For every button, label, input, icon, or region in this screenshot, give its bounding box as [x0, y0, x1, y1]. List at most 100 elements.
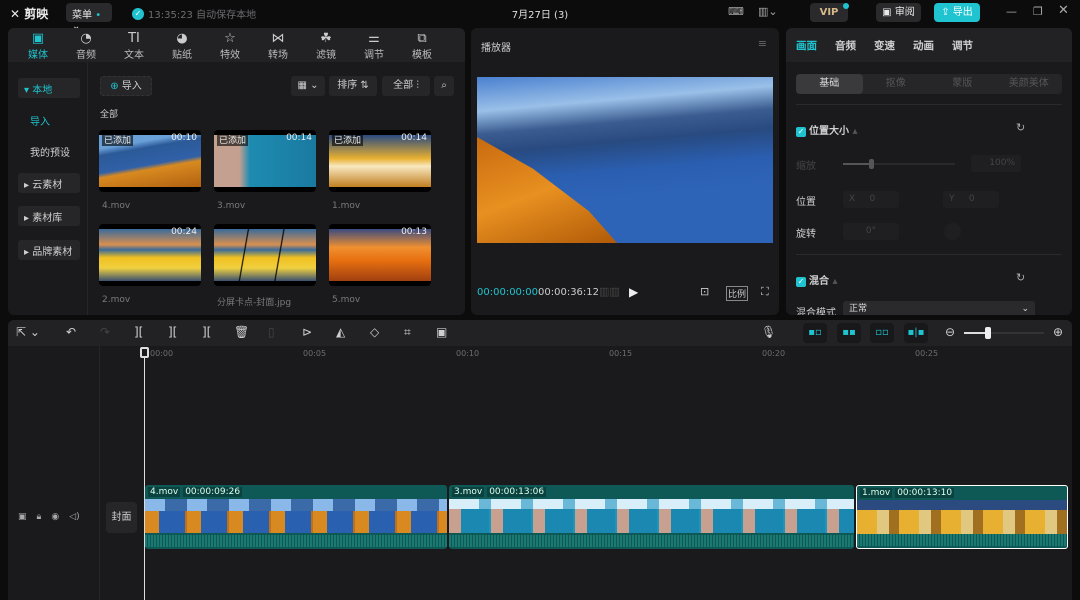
reset-icon[interactable]: ↻ — [1016, 271, 1025, 284]
subtab-keying[interactable]: 抠像 — [863, 74, 930, 94]
auto-snap-button[interactable]: ▪▪ — [837, 323, 861, 343]
search-button[interactable]: ⌕ — [434, 76, 454, 96]
tab-sticker[interactable]: ◕ 贴纸 — [158, 28, 206, 62]
freeze-icon[interactable]: ▯ — [268, 325, 275, 339]
undo-icon[interactable]: ↶ — [66, 325, 76, 339]
review-button[interactable]: ▣ 审阅 — [876, 3, 921, 22]
crop-icon[interactable]: ⌗ — [404, 325, 411, 340]
tab-transition[interactable]: ⋈ 转场 — [254, 28, 302, 62]
split-icon[interactable]: ][ — [134, 325, 143, 339]
subtab-mask[interactable]: 蒙版 — [929, 74, 996, 94]
media-name: 分屏卡点-封面.jpg — [217, 298, 292, 308]
close-icon[interactable]: ✕ — [1058, 3, 1069, 18]
redo-icon[interactable]: ↷ — [100, 325, 110, 339]
main-track-magnet-button[interactable]: ▪▫ — [803, 323, 827, 343]
template-icon: ⧉ — [417, 31, 427, 46]
media-thumb[interactable]: 已添加 00:10 — [99, 130, 201, 192]
playhead-handle[interactable] — [140, 347, 149, 358]
microphone-icon[interactable]: 🎙 — [761, 325, 776, 339]
zoom-handle[interactable] — [985, 327, 991, 339]
blend-section[interactable]: ✓ 混合 ▴ — [796, 272, 838, 287]
lock-icon[interactable]: 🔒︎ — [37, 512, 42, 522]
split-left-icon[interactable]: ][ — [168, 325, 177, 339]
layout-icon[interactable]: ▥⌄ — [758, 5, 778, 18]
ratio-button[interactable]: 比例 — [726, 286, 749, 301]
cover-button[interactable]: 封面 — [106, 502, 137, 533]
x-input[interactable]: X 0 — [843, 191, 899, 208]
tab-filter[interactable]: ☘ 滤镜 — [302, 28, 350, 62]
sidebar-item-presets[interactable]: 我的预设 — [18, 141, 80, 161]
waveform-icon[interactable]: ▥▥ — [599, 285, 620, 298]
player-menu-icon[interactable]: ≡ — [758, 37, 767, 50]
scale-input[interactable]: 100% — [971, 155, 1021, 172]
split-right-icon[interactable]: ][ — [202, 325, 211, 339]
ruler-label: 00:20 — [762, 349, 786, 358]
eye-icon[interactable]: ◉ — [51, 512, 59, 522]
tab-template[interactable]: ⧉ 模板 — [398, 28, 446, 62]
playhead[interactable] — [140, 347, 149, 600]
zoom-in-icon[interactable]: ⊕ — [1053, 325, 1063, 339]
timeline-zoom-slider[interactable] — [964, 327, 1044, 339]
sidebar-item-cloud[interactable]: ▸ 云素材 — [18, 173, 80, 193]
checkbox-icon[interactable]: ✓ — [796, 127, 806, 137]
fullscreen-icon[interactable]: ⛶ — [761, 285, 769, 299]
rotate-icon[interactable]: ◇ — [370, 325, 379, 339]
import-button[interactable]: ⊕ 导入 — [100, 76, 152, 96]
timeline-clip[interactable]: 3.mov 00:00:13:06 — [449, 485, 854, 549]
media-thumb[interactable]: 00:13 — [329, 224, 431, 286]
tab-adjust[interactable]: 调节 — [952, 38, 973, 52]
sidebar-item-brand[interactable]: ▸ 品牌素材 — [18, 240, 80, 260]
subtab-basic[interactable]: 基础 — [796, 74, 863, 94]
reverse-icon[interactable]: ⊳ — [302, 325, 312, 339]
tab-audio[interactable]: ◔ 音频 — [62, 28, 110, 62]
tab-media[interactable]: ▣ 媒体 — [14, 28, 62, 62]
view-mode-button[interactable]: ▦ ⌄ — [291, 76, 325, 96]
tab-audio[interactable]: 音频 — [835, 38, 856, 52]
tab-picture[interactable]: 画面 — [796, 38, 817, 52]
timeline-clip[interactable]: 4.mov 00:00:09:26 — [145, 485, 447, 549]
video-preview[interactable] — [477, 77, 773, 243]
cover-toggle-icon[interactable]: ▣ — [18, 512, 27, 522]
media-thumb[interactable] — [214, 224, 316, 286]
y-input[interactable]: Y 0 — [943, 191, 999, 208]
tab-effects[interactable]: ☆ 特效 — [206, 28, 254, 62]
tab-text[interactable]: TI 文本 — [110, 28, 158, 62]
checkbox-icon[interactable]: ✓ — [796, 277, 806, 287]
export-button[interactable]: ⇪ 导出 — [934, 3, 980, 22]
preview-axis-button[interactable]: ▪|▪ — [904, 323, 928, 343]
select-tool-icon[interactable]: ⇱ ⌄ — [16, 325, 40, 339]
filter-button[interactable]: 全部 ⫶ — [382, 76, 430, 96]
sidebar-item-library[interactable]: ▸ 素材库 — [18, 206, 80, 226]
sidebar-item-import[interactable]: 导入 — [18, 110, 80, 130]
zoom-out-icon[interactable]: ⊖ — [945, 325, 955, 339]
delete-icon[interactable]: 🗑 — [234, 325, 249, 339]
time-ruler[interactable]: 00:00 00:05 00:10 00:15 00:20 00:25 — [100, 346, 1072, 362]
media-panel: ▣ 媒体 ◔ 音频 TI 文本 ◕ 贴纸 ☆ 特效 ⋈ 转场 ☘ 滤镜 ⚌ 调节 ⧉ 模板 ▾ 本… — [8, 28, 465, 315]
sidebar-item-local[interactable]: ▾ 本地 — [18, 78, 80, 98]
play-button[interactable]: ▶ — [629, 285, 638, 299]
fit-icon[interactable]: ⊡ — [700, 285, 709, 298]
tab-animation[interactable]: 动画 — [913, 38, 934, 52]
keyboard-icon[interactable]: ⌨ — [728, 5, 744, 18]
media-thumb[interactable]: 已添加 00:14 — [329, 130, 431, 192]
sort-button[interactable]: 排序 ⇅ — [329, 76, 377, 96]
timeline-clip-selected[interactable]: 1.mov 00:00:13:10 — [856, 485, 1068, 549]
media-thumb[interactable]: 00:24 — [99, 224, 201, 286]
mirror-icon[interactable]: ◭ — [336, 325, 345, 339]
media-thumb[interactable]: 已添加 00:14 — [214, 130, 316, 192]
rotate-input[interactable]: 0° — [843, 223, 899, 240]
maximize-icon[interactable]: ❐ — [1033, 5, 1043, 18]
volume-icon[interactable]: ◁) — [69, 512, 79, 522]
subtab-beauty[interactable]: 美颜美体 — [996, 74, 1063, 94]
position-size-section[interactable]: ✓ 位置大小 ▴ — [796, 122, 858, 137]
smart-crop-icon[interactable]: ▣ — [436, 325, 447, 339]
tab-adjust[interactable]: ⚌ 调节 — [350, 28, 398, 62]
scale-slider[interactable] — [843, 159, 955, 169]
reset-icon[interactable]: ↻ — [1016, 121, 1025, 134]
minimize-icon[interactable]: — — [1006, 5, 1017, 18]
blend-mode-select[interactable]: 正常 ⌄ — [843, 301, 1035, 315]
scale-slider-handle[interactable] — [869, 159, 874, 169]
tab-speed[interactable]: 变速 — [874, 38, 895, 52]
link-button[interactable]: ▫▫ — [870, 323, 894, 343]
rotate-dial[interactable] — [944, 223, 961, 240]
